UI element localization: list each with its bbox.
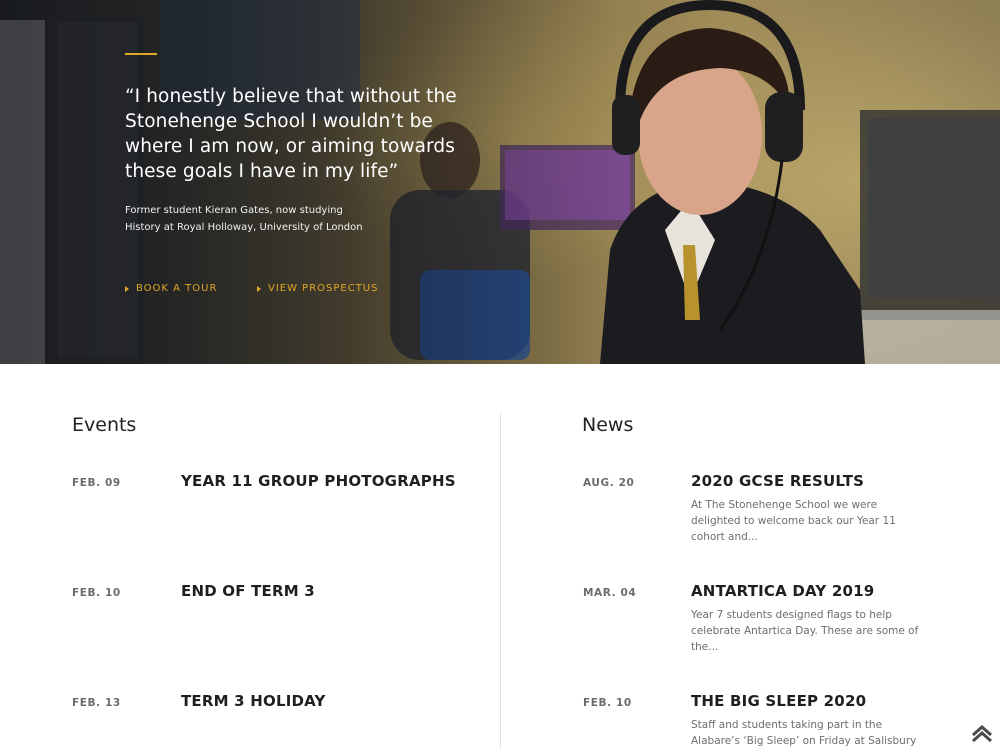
view-prospectus-link[interactable]: VIEW PROSPECTUS <box>257 283 378 294</box>
news-date: MAR. 04 <box>583 587 637 599</box>
view-prospectus-label: VIEW PROSPECTUS <box>268 283 379 294</box>
news-title[interactable]: 2020 GCSE RESULTS <box>691 472 864 490</box>
news-excerpt: Staff and students taking part in the Al… <box>691 719 917 747</box>
event-title[interactable]: END OF TERM 3 <box>181 582 315 600</box>
quote-accent-line <box>125 53 157 55</box>
book-a-tour-label: BOOK A TOUR <box>136 283 218 294</box>
news-title[interactable]: THE BIG SLEEP 2020 <box>691 692 866 710</box>
event-title[interactable]: TERM 3 HOLIDAY <box>181 692 326 710</box>
book-a-tour-link[interactable]: BOOK A TOUR <box>125 283 217 294</box>
testimonial-attribution: Former student Kieran Gates, now studyin… <box>125 203 385 236</box>
news-date: AUG. 20 <box>583 477 635 489</box>
news-excerpt: Year 7 students designed flags to help c… <box>691 609 919 653</box>
event-date: FEB. 10 <box>72 587 121 599</box>
column-divider <box>500 412 501 750</box>
attribution-line-1: Former student Kieran Gates, now studyin… <box>125 205 343 216</box>
triangle-right-icon <box>257 285 261 292</box>
news-date: FEB. 10 <box>583 697 632 709</box>
news-excerpt: At The Stonehenge School we were delight… <box>691 499 896 543</box>
events-heading: Events <box>72 414 137 436</box>
event-date: FEB. 09 <box>72 477 121 489</box>
triangle-right-icon <box>125 285 129 292</box>
testimonial-quote: “I honestly believe that without the Sto… <box>125 86 457 182</box>
event-date: FEB. 13 <box>72 697 121 709</box>
news-heading: News <box>582 414 634 436</box>
news-title[interactable]: ANTARTICA DAY 2019 <box>691 582 874 600</box>
hero-banner: “I honestly believe that without the Sto… <box>0 0 1000 364</box>
event-title[interactable]: YEAR 11 GROUP PHOTOGRAPHS <box>181 472 456 490</box>
attribution-line-2: History at Royal Holloway, University of… <box>125 221 363 233</box>
scroll-to-top-button[interactable] <box>970 722 994 743</box>
chevron-up-icon <box>972 724 992 743</box>
